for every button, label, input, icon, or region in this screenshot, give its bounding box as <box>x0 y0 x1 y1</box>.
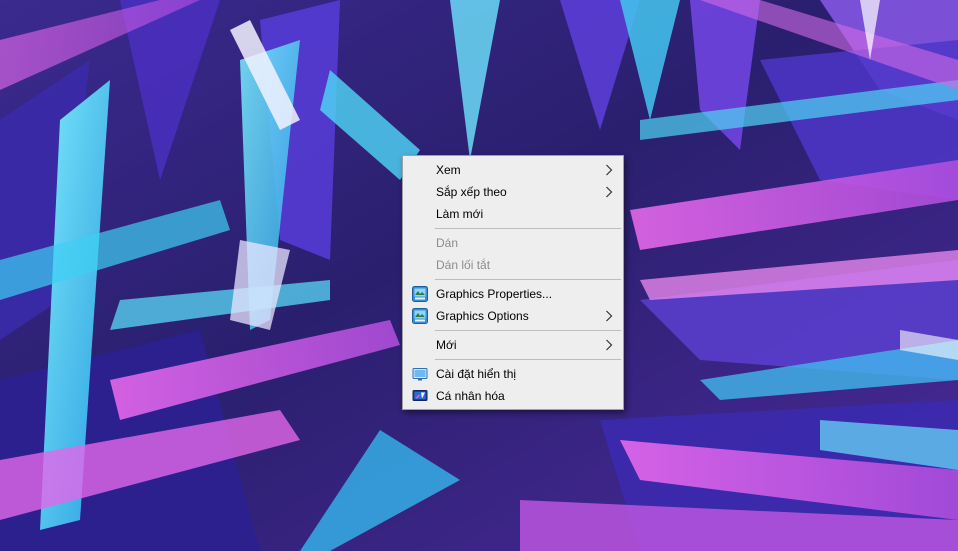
menu-item-graphics-properties[interactable]: Graphics Properties... <box>403 283 623 305</box>
menu-separator <box>435 228 621 229</box>
desktop[interactable]: Xem Sắp xếp theo Làm mới Dán Dán lối tắt <box>0 0 958 551</box>
menu-item-paste: Dán <box>403 232 623 254</box>
intel-graphics-icon <box>412 286 428 302</box>
menu-separator <box>435 359 621 360</box>
menu-item-new-label: Mới <box>436 338 457 352</box>
menu-separator <box>435 330 621 331</box>
personalize-icon <box>412 390 428 401</box>
chevron-right-icon <box>606 164 613 176</box>
menu-item-graphics-options[interactable]: Graphics Options <box>403 305 623 327</box>
menu-item-display-settings[interactable]: Cài đặt hiển thị <box>403 363 623 385</box>
menu-item-paste-shortcut-label: Dán lối tắt <box>436 258 491 272</box>
menu-item-paste-shortcut: Dán lối tắt <box>403 254 623 276</box>
menu-separator <box>435 279 621 280</box>
desktop-context-menu: Xem Sắp xếp theo Làm mới Dán Dán lối tắt <box>402 155 624 410</box>
menu-item-personalize[interactable]: Cá nhân hóa <box>403 385 623 407</box>
menu-item-paste-label: Dán <box>436 236 459 250</box>
chevron-right-icon <box>606 186 613 198</box>
menu-item-view[interactable]: Xem <box>403 159 623 181</box>
menu-item-personalize-label: Cá nhân hóa <box>436 389 505 403</box>
menu-item-display-settings-label: Cài đặt hiển thị <box>436 367 517 381</box>
intel-graphics-icon <box>412 308 428 324</box>
menu-item-graphics-properties-label: Graphics Properties... <box>436 287 553 301</box>
menu-item-refresh[interactable]: Làm mới <box>403 203 623 225</box>
menu-item-sort-by[interactable]: Sắp xếp theo <box>403 181 623 203</box>
menu-item-view-label: Xem <box>436 163 461 177</box>
display-settings-icon <box>412 368 428 381</box>
menu-item-graphics-options-label: Graphics Options <box>436 309 529 323</box>
menu-item-sort-by-label: Sắp xếp theo <box>436 185 507 199</box>
menu-item-new[interactable]: Mới <box>403 334 623 356</box>
chevron-right-icon <box>606 339 613 351</box>
chevron-right-icon <box>606 310 613 322</box>
menu-item-refresh-label: Làm mới <box>436 207 484 221</box>
